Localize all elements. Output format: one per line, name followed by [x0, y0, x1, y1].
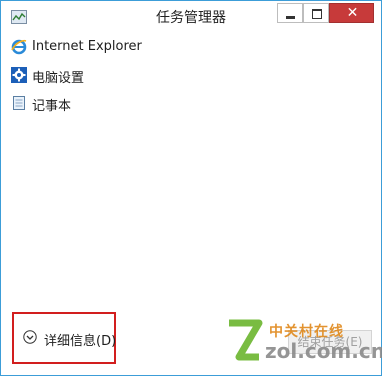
settings-gear-icon	[11, 67, 27, 83]
app-list: Internet Explorer 电脑设置 记事本	[8, 32, 374, 302]
list-item-notepad[interactable]: 记事本	[8, 90, 374, 116]
notepad-icon	[13, 96, 25, 110]
watermark-cn: 中关村在线	[269, 324, 344, 340]
title-bar[interactable]: 任务管理器 ✕	[1, 1, 381, 33]
close-button[interactable]: ✕	[329, 3, 374, 23]
app-label: 记事本	[32, 99, 72, 114]
close-icon: ✕	[346, 5, 359, 21]
ie-icon	[11, 39, 27, 55]
app-label: Internet Explorer	[32, 39, 142, 54]
more-details-label: 详细信息(D)	[44, 334, 117, 349]
app-label: 电脑设置	[32, 71, 85, 86]
more-details-toggle[interactable]: 详细信息(D)	[12, 312, 116, 364]
list-item-pc-settings[interactable]: 电脑设置	[8, 62, 374, 88]
chevron-down-icon	[23, 330, 37, 344]
list-item-internet-explorer[interactable]: Internet Explorer	[8, 34, 374, 60]
maximize-icon	[312, 9, 322, 19]
minimize-icon	[286, 16, 295, 19]
maximize-button[interactable]	[303, 3, 329, 23]
minimize-button[interactable]	[277, 3, 303, 23]
watermark: 中关村在线 zol.com.cn	[225, 319, 382, 365]
zol-logo	[229, 319, 263, 361]
watermark-en: zol.com.cn	[265, 339, 382, 363]
